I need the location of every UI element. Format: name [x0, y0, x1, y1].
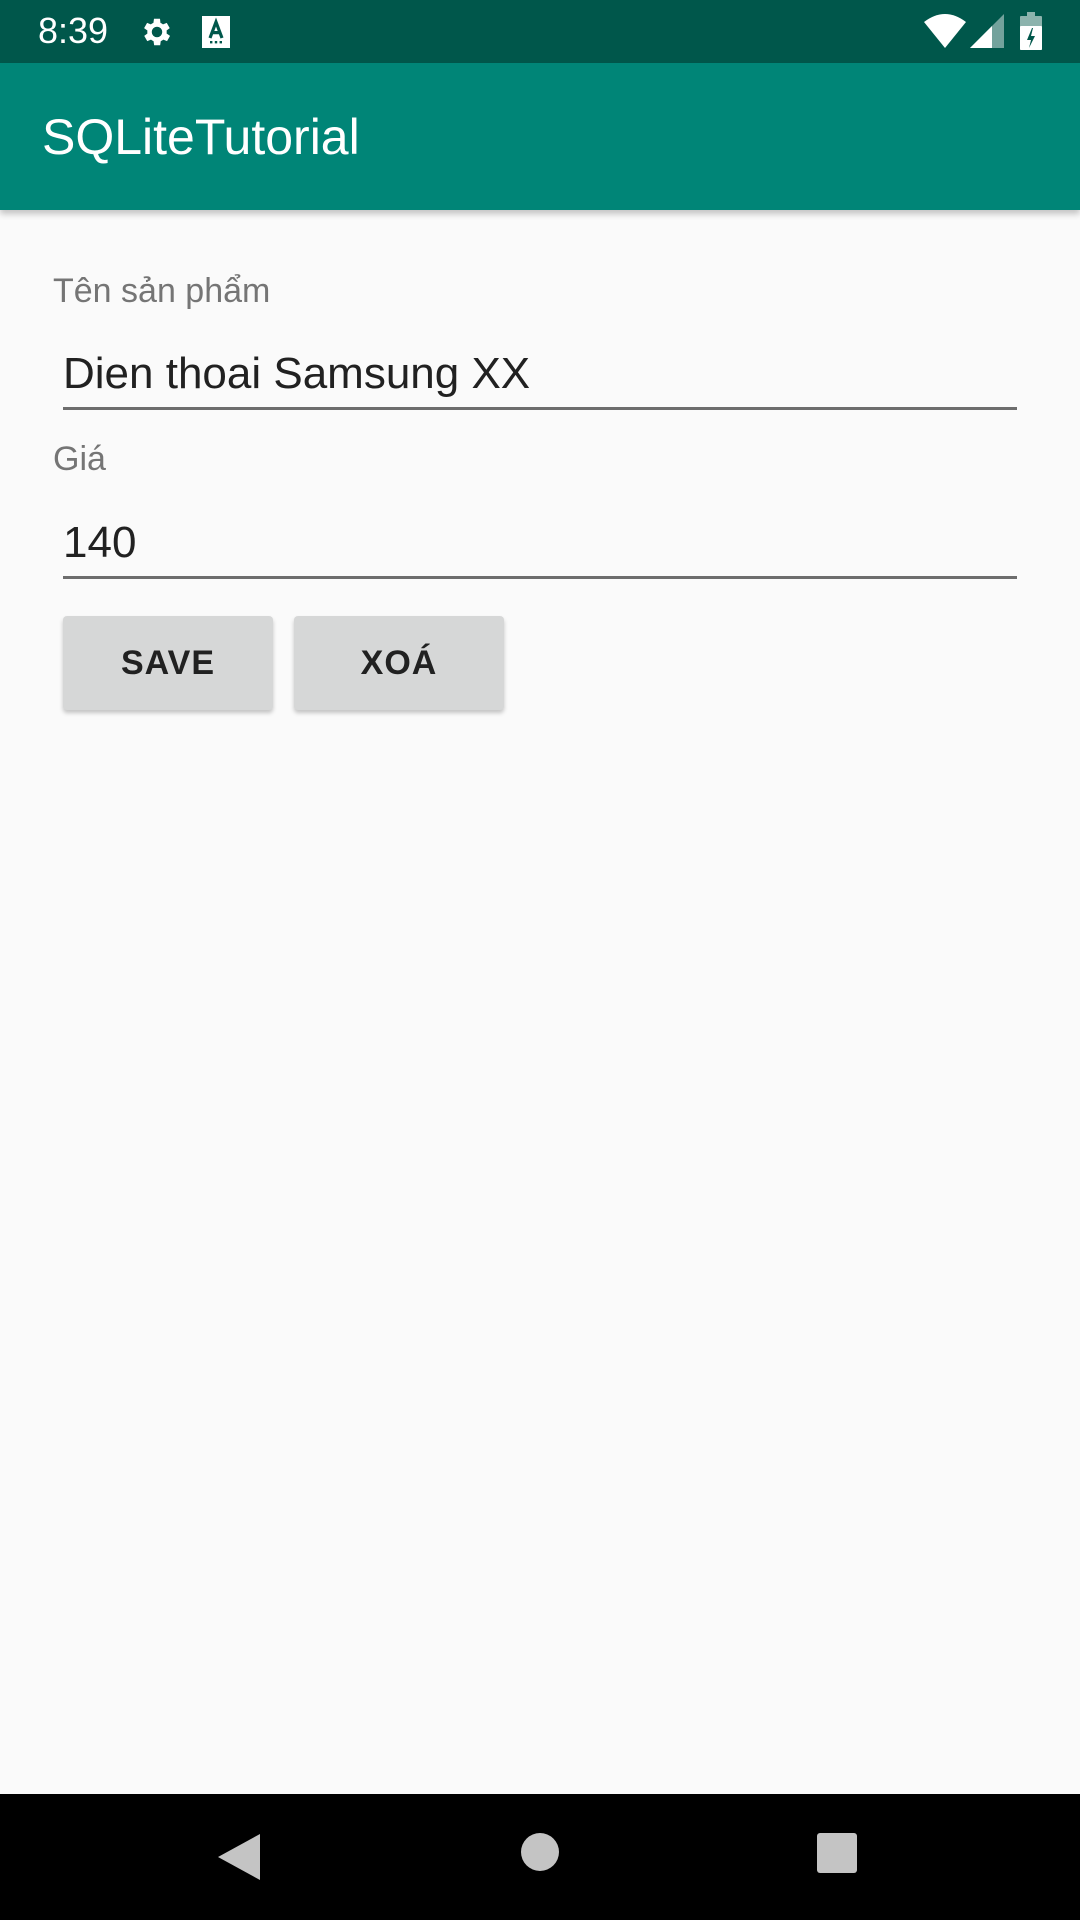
- product-name-label: Tên sản phẩm: [53, 272, 271, 310]
- delete-button[interactable]: XOÁ: [294, 616, 504, 710]
- gear-icon: [144, 18, 171, 46]
- cell-signal-icon: [970, 14, 1004, 48]
- status-bar: 8:39: [0, 0, 1080, 63]
- recents-icon[interactable]: [817, 1833, 857, 1873]
- price-input[interactable]: [63, 509, 1017, 579]
- battery-icon: [1020, 12, 1042, 50]
- back-icon[interactable]: [218, 1834, 260, 1880]
- app-title: SQLiteTutorial: [42, 109, 360, 165]
- status-time: 8:39: [38, 10, 109, 51]
- app-bar: SQLiteTutorial: [0, 63, 1080, 210]
- navigation-bar: [0, 1794, 1080, 1920]
- save-button[interactable]: SAVE: [63, 616, 273, 710]
- home-icon[interactable]: [520, 1832, 560, 1872]
- product-name-input[interactable]: [63, 340, 1017, 410]
- price-label: Giá: [53, 440, 106, 478]
- text-a-icon: [202, 16, 230, 48]
- wifi-icon: [924, 14, 966, 48]
